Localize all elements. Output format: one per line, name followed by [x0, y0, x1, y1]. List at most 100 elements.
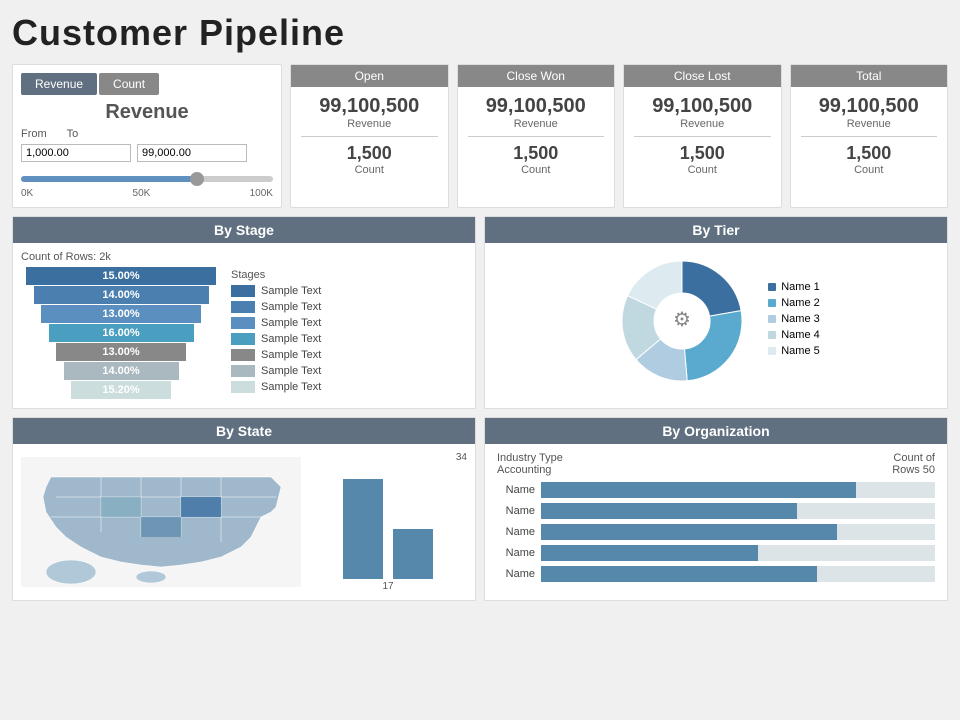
org-count: Count of Rows 50 — [892, 452, 935, 476]
legend-color-4 — [231, 349, 255, 361]
donut-legend-name-4: Name 5 — [781, 345, 820, 357]
hbar-row-3: Name — [497, 545, 935, 561]
legend-text-5: Sample Text — [261, 365, 321, 377]
donut-svg: ⚙ — [612, 251, 752, 391]
filter-card: Revenue Count Revenue From To 0K 50K 100… — [12, 64, 282, 208]
slider-max: 100K — [250, 188, 273, 199]
hbar-label-1: Name — [497, 505, 535, 517]
hbar-bg-2 — [541, 524, 935, 540]
metric-header-0: Open — [291, 65, 448, 87]
gear-icon: ⚙ — [673, 309, 691, 331]
by-tier-header: By Tier — [485, 217, 947, 243]
legend-item-3: Sample Text — [231, 333, 467, 345]
mid-row: By Stage Count of Rows: 2k 15.00%14.00%1… — [12, 216, 948, 409]
legend-item-1: Sample Text — [231, 301, 467, 313]
donut-dot-0 — [768, 283, 776, 291]
funnel-bar-0: 15.00% — [26, 267, 216, 285]
tab-bar: Revenue Count — [21, 73, 273, 95]
count-label: Count of — [893, 452, 935, 464]
legend-text-1: Sample Text — [261, 301, 321, 313]
by-state-card: By State — [12, 417, 476, 601]
hbar-fill-1 — [541, 503, 797, 519]
metric-revenue-3: 99,100,500 — [801, 95, 938, 118]
donut-legend-item-4: Name 5 — [768, 345, 820, 357]
hbar-label-2: Name — [497, 526, 535, 538]
legend-color-6 — [231, 381, 255, 393]
donut-segment-0 — [682, 261, 741, 316]
donut-legend-name-3: Name 4 — [781, 329, 820, 341]
slider-thumb[interactable] — [190, 172, 204, 186]
donut-segment-1 — [685, 311, 743, 381]
metric-count-2: 1,500 — [634, 143, 771, 164]
metric-card-3: Total 99,100,500 Revenue 1,500 Count — [790, 64, 949, 208]
org-subtitle: Industry Type Accounting Count of Rows 5… — [497, 452, 935, 476]
donut-legend: Name 1 Name 2 Name 3 Name 4 Name 5 — [768, 281, 820, 361]
slider-labels: 0K 50K 100K — [21, 188, 273, 199]
from-label: From — [21, 128, 47, 140]
donut-legend-item-3: Name 4 — [768, 329, 820, 341]
to-input[interactable] — [137, 144, 247, 162]
metric-count-label-3: Count — [801, 164, 938, 176]
metric-rev-label-1: Revenue — [468, 118, 605, 130]
donut-dot-4 — [768, 347, 776, 355]
hbar-fill-2 — [541, 524, 837, 540]
from-to-row: From To — [21, 128, 273, 140]
funnel-legend: Stages Sample Text Sample Text Sample Te… — [231, 251, 467, 400]
by-stage-card: By Stage Count of Rows: 2k 15.00%14.00%1… — [12, 216, 476, 409]
legend-text-4: Sample Text — [261, 349, 321, 361]
hbar-bg-0 — [541, 482, 935, 498]
metric-count-3: 1,500 — [801, 143, 938, 164]
metric-header-1: Close Won — [458, 65, 615, 87]
by-org-card: By Organization Industry Type Accounting… — [484, 417, 948, 601]
donut-legend-name-1: Name 2 — [781, 297, 820, 309]
filter-title: Revenue — [21, 101, 273, 124]
legend-item-0: Sample Text — [231, 285, 467, 297]
metric-revenue-2: 99,100,500 — [634, 95, 771, 118]
industry-label: Industry Type — [497, 452, 563, 464]
bar-bot-value: 17 — [382, 581, 393, 592]
page-title: Customer Pipeline — [12, 12, 948, 54]
donut-dot-3 — [768, 331, 776, 339]
slider-mid: 50K — [133, 188, 151, 199]
by-state-header: By State — [13, 418, 475, 444]
tab-revenue[interactable]: Revenue — [21, 73, 97, 95]
donut-legend-name-0: Name 1 — [781, 281, 820, 293]
funnel-bar-4: 13.00% — [56, 343, 186, 361]
metric-count-label-1: Count — [468, 164, 605, 176]
legend-text-2: Sample Text — [261, 317, 321, 329]
range-slider[interactable] — [21, 168, 273, 186]
donut-dot-1 — [768, 299, 776, 307]
legend-color-2 — [231, 317, 255, 329]
map-section: 34 17 — [13, 444, 475, 600]
stages-label: Stages — [231, 269, 467, 281]
vert-bar-2 — [393, 529, 433, 579]
map-svg — [21, 457, 301, 587]
metric-count-0: 1,500 — [301, 143, 438, 164]
funnel-bar-6: 15.20% — [71, 381, 171, 399]
donut-dot-2 — [768, 315, 776, 323]
metric-revenue-0: 99,100,500 — [301, 95, 438, 118]
to-label: To — [67, 128, 79, 140]
vert-bar-1 — [343, 479, 383, 579]
org-industry: Industry Type Accounting — [497, 452, 563, 476]
funnel-bar-3: 16.00% — [49, 324, 194, 342]
legend-color-3 — [231, 333, 255, 345]
slider-min: 0K — [21, 188, 33, 199]
funnel-bar-2: 13.00% — [41, 305, 201, 323]
from-input[interactable] — [21, 144, 131, 162]
legend-item-6: Sample Text — [231, 381, 467, 393]
funnel-bar-1: 14.00% — [34, 286, 209, 304]
donut-legend-name-2: Name 3 — [781, 313, 820, 325]
donut-wrap: ⚙ — [612, 251, 752, 391]
funnel-wrap: Count of Rows: 2k 15.00%14.00%13.00%16.0… — [21, 251, 221, 400]
bar-top-value: 34 — [456, 452, 467, 463]
metric-card-2: Close Lost 99,100,500 Revenue 1,500 Coun… — [623, 64, 782, 208]
hbar-row-4: Name — [497, 566, 935, 582]
tab-count[interactable]: Count — [99, 73, 159, 95]
by-stage-body: Count of Rows: 2k 15.00%14.00%13.00%16.0… — [13, 243, 475, 408]
hbar-row-1: Name — [497, 503, 935, 519]
hbar-rows: Name Name Name Name Name — [497, 482, 935, 582]
legend-text-0: Sample Text — [261, 285, 321, 297]
metric-cards: Open 99,100,500 Revenue 1,500 Count Clos… — [290, 64, 948, 208]
by-org-header: By Organization — [485, 418, 947, 444]
